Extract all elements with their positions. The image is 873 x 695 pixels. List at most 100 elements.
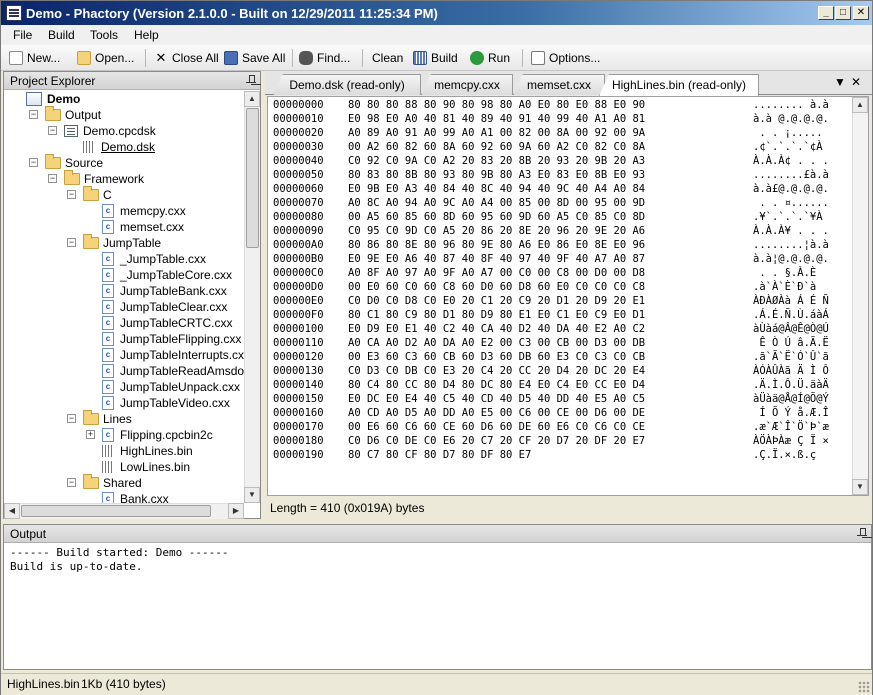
- hex-ascii: ........£à.à: [753, 169, 829, 181]
- tree-item[interactable]: c JumpTableUnpack.cxx: [102, 379, 240, 395]
- hex-bytes: C0 95 C0 9D C0 A5 20 86 20 8E 20 96 20 9…: [348, 225, 646, 237]
- collapse-icon[interactable]: −: [67, 478, 76, 487]
- hex-address: 00000120: [273, 351, 324, 363]
- save-all-button[interactable]: Save All: [224, 49, 285, 67]
- explorer-vertical-scrollbar[interactable]: ▲ ▼: [244, 91, 260, 503]
- tree-item[interactable]: − Demo.cpcdsk: [48, 123, 156, 139]
- pin-icon[interactable]: [857, 528, 867, 539]
- collapse-icon[interactable]: −: [48, 126, 57, 135]
- tree-item-label: JumpTableInterrupts.cxx: [120, 348, 244, 362]
- tree-item[interactable]: − C: [67, 186, 112, 203]
- tree-item[interactable]: c JumpTableBank.cxx: [102, 283, 227, 299]
- hex-address: 00000170: [273, 421, 324, 433]
- maximize-button[interactable]: □: [835, 6, 851, 20]
- collapse-icon[interactable]: −: [67, 190, 76, 199]
- tree-item[interactable]: c JumpTableVideo.cxx: [102, 395, 230, 411]
- clean-button[interactable]: Clean: [372, 49, 403, 67]
- tree-item[interactable]: − Source: [29, 154, 103, 171]
- hex-address: 00000150: [273, 393, 324, 405]
- tree-item[interactable]: Demo: [26, 91, 80, 107]
- tree-item[interactable]: c JumpTableFlipping.cxx: [102, 331, 241, 347]
- tree-item[interactable]: Demo.dsk: [83, 139, 155, 155]
- tree-item[interactable]: HighLines.bin: [102, 443, 193, 459]
- cpp-file-icon: c: [102, 316, 114, 330]
- tree-item[interactable]: c JumpTableReadAmsdos.cxx: [102, 363, 244, 379]
- expand-icon[interactable]: +: [86, 430, 95, 439]
- build-button[interactable]: Build: [413, 49, 458, 67]
- status-bar: HighLines.bin 1Kb (410 bytes): [1, 673, 872, 695]
- tree-item[interactable]: LowLines.bin: [102, 459, 190, 475]
- tree-item[interactable]: c _JumpTableCore.cxx: [102, 267, 232, 283]
- collapse-icon[interactable]: −: [29, 158, 38, 167]
- hex-address: 00000050: [273, 169, 324, 181]
- minimize-button[interactable]: _: [818, 6, 834, 20]
- binary-file-icon: [102, 445, 114, 457]
- hex-address: 000000E0: [273, 295, 324, 307]
- new-button[interactable]: New...: [9, 49, 60, 67]
- output-log[interactable]: ------ Build started: Demo ------ Build i…: [10, 546, 229, 574]
- hex-ascii: àÙàá@Â@Ê@Ò@Ú: [753, 323, 829, 335]
- tree-item[interactable]: − Framework: [48, 170, 144, 187]
- tree-item[interactable]: c _JumpTable.cxx: [102, 251, 206, 267]
- tree-item[interactable]: − Shared: [67, 474, 142, 491]
- pin-icon[interactable]: [246, 75, 256, 86]
- collapse-icon[interactable]: −: [29, 110, 38, 119]
- tab-memset[interactable]: memset.cxx: [513, 74, 605, 95]
- scroll-down-arrow-icon[interactable]: ▼: [244, 487, 260, 503]
- open-button[interactable]: Open...: [77, 49, 134, 67]
- scroll-up-arrow-icon[interactable]: ▲: [852, 97, 868, 113]
- close-tab-icon[interactable]: ✕: [851, 75, 861, 89]
- tab-highlines-bin[interactable]: HighLines.bin (read-only): [599, 74, 759, 96]
- tab-dropdown-icon[interactable]: ▼: [834, 75, 846, 89]
- tree-item-label: Output: [65, 108, 102, 122]
- title-bar[interactable]: Demo - Phactory (Version 2.1.0.0 - Built…: [1, 1, 872, 25]
- disk-image-icon: [64, 125, 78, 137]
- menu-tools[interactable]: Tools: [90, 28, 118, 42]
- tree-item[interactable]: c JumpTableCRTC.cxx: [102, 315, 232, 331]
- menu-build[interactable]: Build: [48, 28, 75, 42]
- tree-item[interactable]: c JumpTableInterrupts.cxx: [102, 347, 244, 363]
- app-icon[interactable]: [6, 5, 22, 21]
- close-window-button[interactable]: ✕: [853, 6, 869, 20]
- tree-item[interactable]: − Lines: [67, 410, 132, 427]
- save-all-icon: [224, 51, 238, 65]
- hex-bytes: 80 83 80 8B 80 93 80 9B 80 A3 E0 83 E0 8…: [348, 169, 646, 181]
- close-all-button[interactable]: ✕ Close All: [154, 49, 219, 67]
- scroll-right-arrow-icon[interactable]: ▶: [228, 503, 244, 519]
- tree-item[interactable]: + c Flipping.cpcbin2c: [86, 427, 213, 443]
- options-button[interactable]: Options...: [531, 49, 600, 67]
- explorer-horizontal-scrollbar[interactable]: ◀ ▶: [4, 503, 244, 519]
- collapse-icon[interactable]: −: [67, 238, 76, 247]
- menu-file[interactable]: File: [13, 28, 32, 42]
- scroll-up-arrow-icon[interactable]: ▲: [244, 91, 260, 107]
- scroll-left-arrow-icon[interactable]: ◀: [4, 503, 20, 519]
- scroll-down-arrow-icon[interactable]: ▼: [852, 479, 868, 495]
- collapse-icon[interactable]: −: [67, 414, 76, 423]
- menu-help[interactable]: Help: [134, 28, 159, 42]
- hex-vertical-scrollbar[interactable]: ▲ ▼: [852, 97, 868, 495]
- tree-item[interactable]: − Output: [29, 106, 102, 123]
- toolbar-separator: [292, 49, 293, 67]
- hex-address: 000000C0: [273, 267, 324, 279]
- tab-demo-dsk[interactable]: Demo.dsk (read-only): [273, 74, 421, 95]
- resize-grip-icon[interactable]: [858, 681, 870, 693]
- explorer-scroll-thumb[interactable]: [246, 108, 259, 248]
- tree-item[interactable]: − JumpTable: [67, 234, 161, 251]
- hex-ascii: ÀÐÀØÀà Á É Ñ: [753, 295, 829, 307]
- hex-address: 00000190: [273, 449, 324, 461]
- run-button[interactable]: Run: [470, 49, 510, 67]
- explorer-hscroll-thumb[interactable]: [21, 505, 211, 517]
- tree-item[interactable]: c Bank.cxx: [102, 491, 169, 503]
- collapse-icon[interactable]: −: [48, 174, 57, 183]
- options-icon: [531, 51, 545, 65]
- find-button-label: Find...: [317, 51, 351, 65]
- run-button-label: Run: [488, 51, 511, 65]
- find-button[interactable]: Find...: [299, 49, 350, 67]
- tree-item[interactable]: c memset.cxx: [102, 219, 184, 235]
- cpp-file-icon: c: [102, 220, 114, 234]
- tree-item[interactable]: c memcpy.cxx: [102, 203, 186, 219]
- tree-item[interactable]: c JumpTableClear.cxx: [102, 299, 227, 315]
- hex-address: 000000A0: [273, 239, 324, 251]
- tab-memcpy[interactable]: memcpy.cxx: [421, 74, 513, 95]
- hex-viewer[interactable]: ▲ ▼ 00000000 80 80 80 88 80 90 80 98 80 A…: [267, 96, 869, 496]
